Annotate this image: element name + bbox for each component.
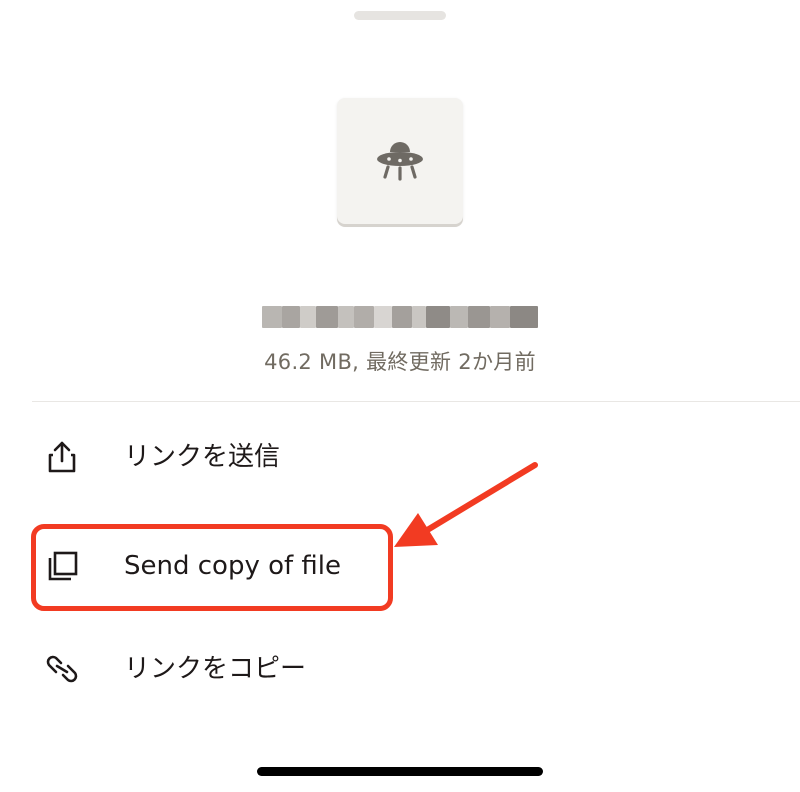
link-icon xyxy=(46,655,78,683)
action-label: Send copy of file xyxy=(124,551,342,581)
file-name-redacted: ■■■■■■■■■■■■■■■■■■■■■■ xyxy=(262,300,538,334)
home-indicator[interactable] xyxy=(257,767,543,776)
file-name-text: ■■■■■■■■■■■■■■■■■■■■■■ xyxy=(262,300,538,334)
file-thumbnail xyxy=(337,98,463,224)
action-send-copy-of-file[interactable]: Send copy of file xyxy=(0,526,800,606)
action-send-link[interactable]: リンクを送信 xyxy=(0,417,800,497)
action-copy-link[interactable]: リンクをコピー xyxy=(0,629,800,709)
ufo-icon xyxy=(377,142,423,181)
action-label: リンクをコピー xyxy=(124,654,307,684)
action-label: リンクを送信 xyxy=(124,442,281,472)
file-meta: 46.2 MB, 最終更新 2か月前 xyxy=(264,350,536,374)
share-upload-icon xyxy=(48,441,76,473)
divider xyxy=(32,401,800,402)
sheet-grabber-handle[interactable] xyxy=(354,11,446,20)
copy-pages-icon xyxy=(48,551,78,581)
